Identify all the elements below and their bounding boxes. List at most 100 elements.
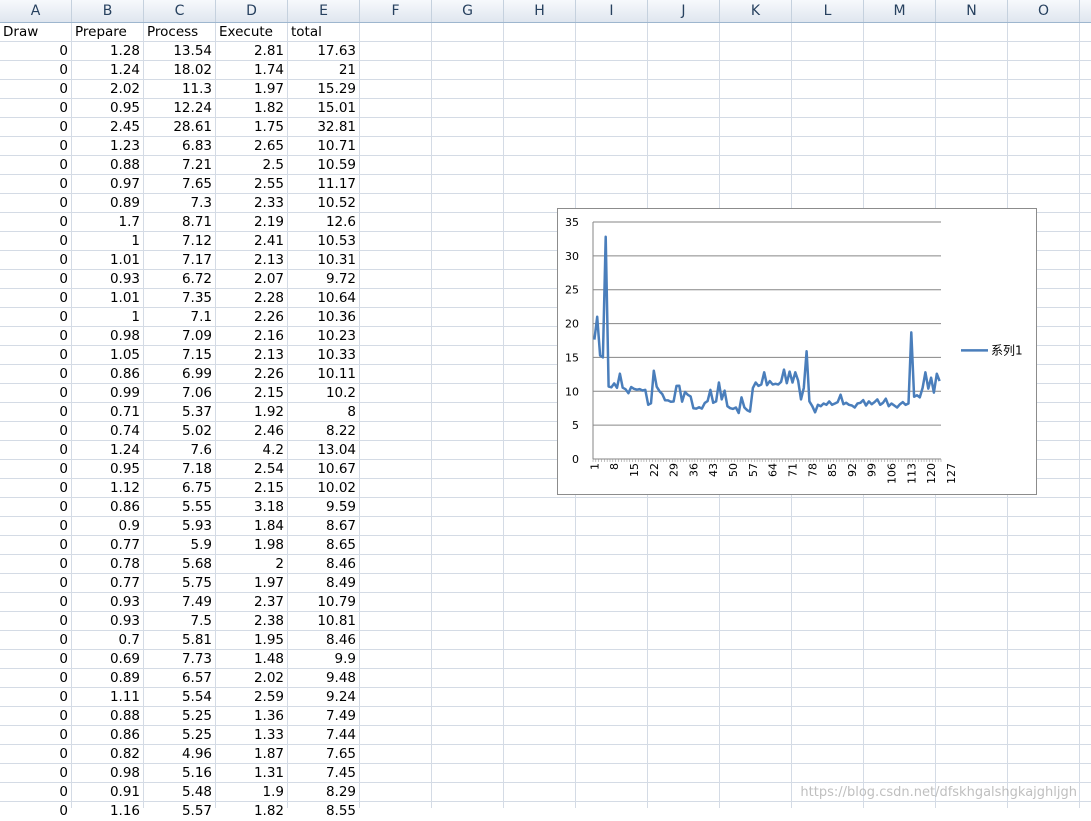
table-cell[interactable]: 1.24: [72, 61, 140, 80]
table-cell[interactable]: 7.17: [144, 251, 212, 270]
table-cell[interactable]: 2.02: [72, 80, 140, 99]
column-header-d[interactable]: D: [216, 0, 288, 22]
table-cell[interactable]: 7.73: [144, 650, 212, 669]
table-cell[interactable]: 4.2: [216, 441, 284, 460]
table-cell[interactable]: 0: [0, 688, 68, 707]
table-cell[interactable]: 0: [0, 498, 68, 517]
table-cell[interactable]: 7.15: [144, 346, 212, 365]
table-cell[interactable]: 2.54: [216, 460, 284, 479]
table-cell[interactable]: 8.29: [288, 783, 356, 802]
table-cell[interactable]: 8.67: [288, 517, 356, 536]
table-cell[interactable]: 10.71: [288, 137, 356, 156]
table-cell[interactable]: 2.26: [216, 308, 284, 327]
table-cell[interactable]: 0: [0, 80, 68, 99]
table-cell[interactable]: 7.49: [144, 593, 212, 612]
table-cell[interactable]: 0: [0, 175, 68, 194]
table-cell[interactable]: 0: [0, 593, 68, 612]
table-cell[interactable]: 1.48: [216, 650, 284, 669]
table-cell[interactable]: 1.95: [216, 631, 284, 650]
column-header-h[interactable]: H: [504, 0, 576, 22]
table-cell[interactable]: 9.48: [288, 669, 356, 688]
table-cell[interactable]: 7.18: [144, 460, 212, 479]
table-cell[interactable]: 7.45: [288, 764, 356, 783]
table-cell[interactable]: 2.07: [216, 270, 284, 289]
table-cell[interactable]: 5.37: [144, 403, 212, 422]
table-cell[interactable]: 0: [0, 137, 68, 156]
table-cell[interactable]: 1.98: [216, 536, 284, 555]
table-cell[interactable]: 5.25: [144, 707, 212, 726]
table-cell[interactable]: 4.96: [144, 745, 212, 764]
table-cell[interactable]: 0.69: [72, 650, 140, 669]
table-cell[interactable]: 0: [0, 156, 68, 175]
table-cell[interactable]: 1.24: [72, 441, 140, 460]
column-label[interactable]: Process: [145, 23, 198, 42]
table-cell[interactable]: 1.7: [72, 213, 140, 232]
table-cell[interactable]: 0.93: [72, 270, 140, 289]
table-cell[interactable]: 18.02: [144, 61, 212, 80]
table-cell[interactable]: 9.24: [288, 688, 356, 707]
table-cell[interactable]: 7.35: [144, 289, 212, 308]
table-cell[interactable]: 10.67: [288, 460, 356, 479]
table-cell[interactable]: 15.01: [288, 99, 356, 118]
table-cell[interactable]: 7.65: [144, 175, 212, 194]
table-cell[interactable]: 0: [0, 745, 68, 764]
table-cell[interactable]: 5.75: [144, 574, 212, 593]
table-cell[interactable]: 2.15: [216, 479, 284, 498]
table-cell[interactable]: 13.54: [144, 42, 212, 61]
table-cell[interactable]: 8.46: [288, 631, 356, 650]
line-chart[interactable]: 0 5 10 15 20 25 30 35 1 8 15 22 29 36 43 50 57 64 71 78 85 92…: [557, 208, 1037, 495]
column-header-g[interactable]: G: [432, 0, 504, 22]
table-cell[interactable]: 7.49: [288, 707, 356, 726]
table-cell[interactable]: 9.59: [288, 498, 356, 517]
table-cell[interactable]: 0: [0, 441, 68, 460]
column-label[interactable]: Draw: [1, 23, 38, 42]
table-cell[interactable]: 7.44: [288, 726, 356, 745]
table-cell[interactable]: 8: [288, 403, 356, 422]
table-cell[interactable]: 0: [0, 669, 68, 688]
table-cell[interactable]: 1.23: [72, 137, 140, 156]
table-cell[interactable]: 8.65: [288, 536, 356, 555]
table-cell[interactable]: 7.06: [144, 384, 212, 403]
table-cell[interactable]: 0: [0, 384, 68, 403]
table-cell[interactable]: 2.59: [216, 688, 284, 707]
table-cell[interactable]: 9.72: [288, 270, 356, 289]
table-cell[interactable]: 1.82: [216, 802, 284, 821]
table-cell[interactable]: 2.19: [216, 213, 284, 232]
table-cell[interactable]: 6.72: [144, 270, 212, 289]
table-cell[interactable]: 5.93: [144, 517, 212, 536]
table-cell[interactable]: 10.2: [288, 384, 356, 403]
table-cell[interactable]: 6.83: [144, 137, 212, 156]
table-cell[interactable]: 7.5: [144, 612, 212, 631]
table-cell[interactable]: 0.88: [72, 156, 140, 175]
table-cell[interactable]: 5.9: [144, 536, 212, 555]
table-cell[interactable]: 10.52: [288, 194, 356, 213]
table-cell[interactable]: 10.81: [288, 612, 356, 631]
table-cell[interactable]: 7.65: [288, 745, 356, 764]
table-cell[interactable]: 2.13: [216, 251, 284, 270]
column-header-i[interactable]: I: [576, 0, 648, 22]
table-cell[interactable]: 0.93: [72, 593, 140, 612]
table-cell[interactable]: 8.46: [288, 555, 356, 574]
table-cell[interactable]: 0.77: [72, 536, 140, 555]
table-cell[interactable]: 2.16: [216, 327, 284, 346]
table-cell[interactable]: 5.48: [144, 783, 212, 802]
table-cell[interactable]: 0: [0, 270, 68, 289]
table-cell[interactable]: 11.3: [144, 80, 212, 99]
column-label[interactable]: Prepare: [73, 23, 127, 42]
table-cell[interactable]: 7.1: [144, 308, 212, 327]
table-cell[interactable]: 0: [0, 726, 68, 745]
table-cell[interactable]: 8.22: [288, 422, 356, 441]
table-cell[interactable]: 0: [0, 42, 68, 61]
table-cell[interactable]: 0.82: [72, 745, 140, 764]
table-cell[interactable]: 2.13: [216, 346, 284, 365]
table-cell[interactable]: 5.25: [144, 726, 212, 745]
table-cell[interactable]: 1.16: [72, 802, 140, 821]
table-cell[interactable]: 1: [72, 308, 140, 327]
column-header-k[interactable]: K: [720, 0, 792, 22]
column-header-j[interactable]: J: [648, 0, 720, 22]
column-header-n[interactable]: N: [936, 0, 1008, 22]
table-cell[interactable]: 1.01: [72, 289, 140, 308]
table-cell[interactable]: 1.97: [216, 574, 284, 593]
table-cell[interactable]: 0: [0, 194, 68, 213]
column-header-f[interactable]: F: [360, 0, 432, 22]
